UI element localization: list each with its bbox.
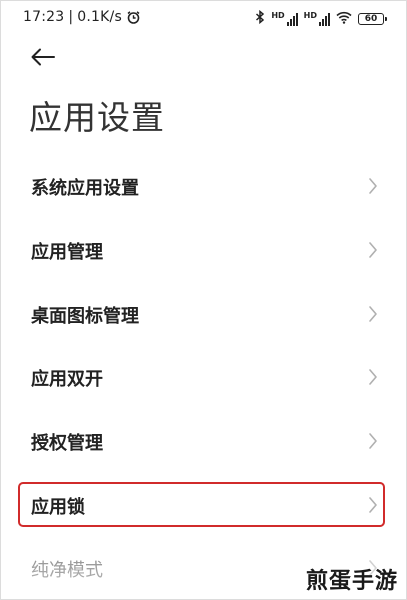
battery-icon: 60	[358, 12, 387, 25]
alarm-icon	[126, 10, 141, 25]
status-right: HD HD 60	[255, 9, 387, 28]
chevron-right-icon	[369, 242, 377, 258]
clock: 17:23	[23, 9, 65, 25]
menu-item-app-management[interactable]: 应用管理	[1, 219, 406, 281]
battery-level: 60	[364, 13, 378, 24]
menu-item-label: 桌面图标管理	[31, 306, 139, 327]
arrow-left-icon	[31, 48, 55, 66]
chevron-right-icon	[369, 369, 377, 385]
back-button[interactable]	[29, 45, 57, 69]
chevron-right-icon	[369, 433, 377, 449]
wifi-icon	[336, 9, 352, 28]
menu-item-dual-apps[interactable]: 应用双开	[1, 346, 406, 408]
network-speed: 0.1K/s	[77, 9, 122, 25]
chevron-right-icon	[369, 178, 377, 194]
signal-icon: HD	[271, 10, 298, 26]
menu-item-label: 系统应用设置	[31, 178, 139, 199]
status-separator: |	[68, 9, 74, 25]
hd-label: HD	[271, 10, 285, 20]
chevron-right-icon	[369, 306, 377, 322]
menu-item-label: 应用双开	[31, 369, 103, 390]
menu-item-permission-management[interactable]: 授权管理	[1, 410, 406, 472]
menu-item-system-app-settings[interactable]: 系统应用设置	[1, 155, 406, 217]
watermark-text: 煎蛋手游	[305, 569, 398, 594]
hd-label-2: HD	[303, 10, 317, 20]
status-left: 17:23 | 0.1K/s	[23, 9, 141, 25]
menu-item-label: 纯净模式	[31, 560, 103, 581]
menu-item-label: 授权管理	[31, 433, 103, 454]
bluetooth-icon	[255, 9, 265, 28]
page-title: 应用设置	[29, 98, 165, 137]
highlight-box	[18, 482, 385, 527]
menu-item-desktop-icon-management[interactable]: 桌面图标管理	[1, 283, 406, 345]
settings-screen: 17:23 | 0.1K/s HD HD 60 应用设置 系统应用设置 应用管理…	[0, 0, 407, 600]
menu-item-label: 应用管理	[31, 242, 103, 263]
signal-icon-2: HD	[303, 10, 330, 26]
status-bar: 17:23 | 0.1K/s HD HD 60	[1, 1, 406, 35]
